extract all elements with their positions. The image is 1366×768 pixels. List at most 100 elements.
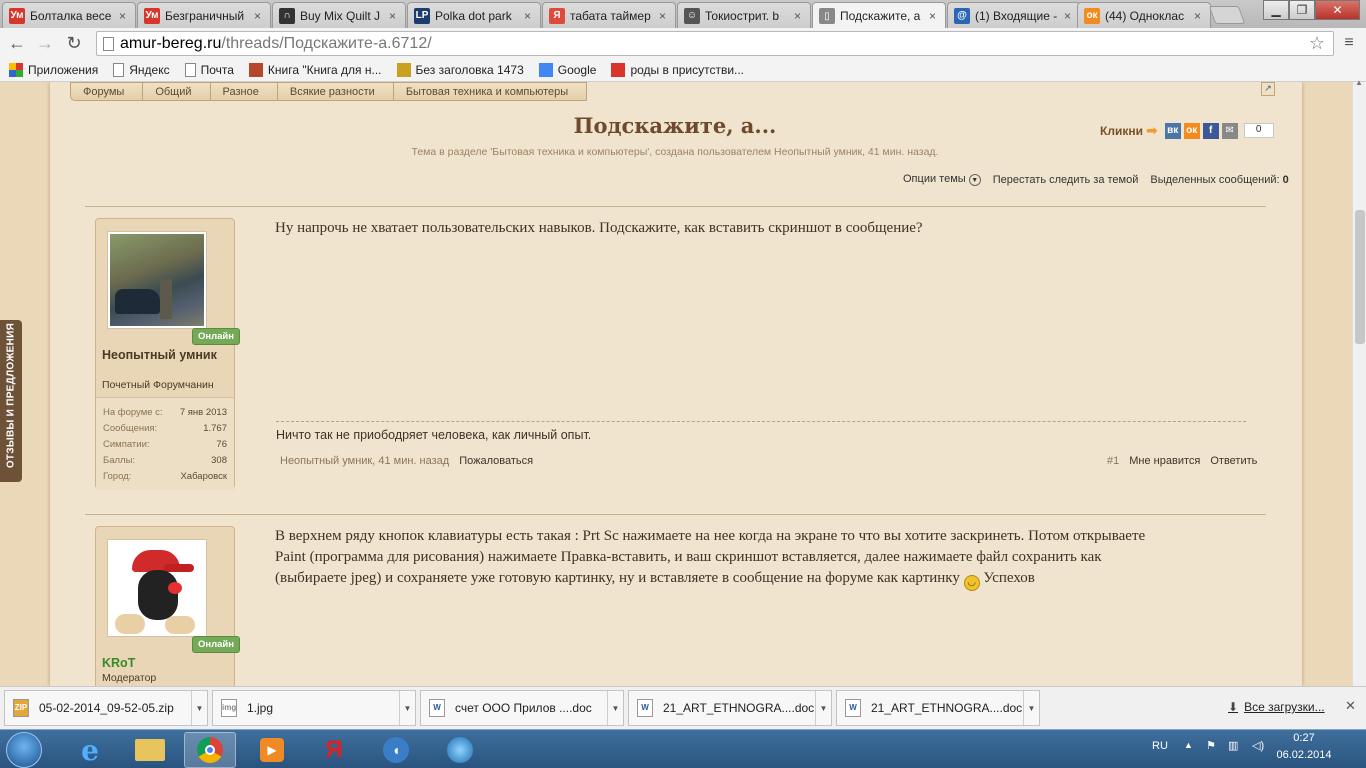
unwatch-link[interactable]: Перестать следить за темой <box>993 174 1139 186</box>
close-icon[interactable]: ✕ <box>1345 698 1356 714</box>
back-arrow-icon[interactable]: ← <box>6 32 28 54</box>
browser-tab[interactable]: ок (44) Одноклас × <box>1077 2 1211 28</box>
new-tab-button[interactable] <box>1208 6 1246 24</box>
download-item[interactable]: W 21_ART_ETHNOGRA....doc ▼ <box>836 690 1040 726</box>
network-globe-icon[interactable] <box>434 732 486 768</box>
facebook-icon[interactable]: f <box>1202 122 1219 139</box>
post-text-part: Успехов <box>983 570 1035 586</box>
browser-tab[interactable]: ▯ Подскажите, а × <box>812 2 946 29</box>
close-tab-icon[interactable]: × <box>524 9 534 23</box>
favicon-icon: @ <box>954 7 970 24</box>
all-downloads-link[interactable]: ⬇ Все загрузки... <box>1228 700 1325 714</box>
stat-value[interactable]: 308 <box>211 455 227 466</box>
breadcrumb-item[interactable]: Общий <box>143 82 211 101</box>
breadcrumb-item[interactable]: Разное <box>210 82 278 101</box>
bookmark-item[interactable]: Яндекс <box>113 62 170 77</box>
media-player-icon[interactable]: ▶ <box>246 732 298 768</box>
sound-icon[interactable]: ◖ <box>370 732 422 768</box>
breadcrumb-item[interactable]: Бытовая техника и компьютеры <box>393 82 588 101</box>
scroll-up-icon[interactable]: ▲ <box>1355 78 1363 87</box>
stat-value[interactable]: 1.767 <box>203 423 227 434</box>
tab-title: Болталка весе <box>30 8 112 23</box>
breadcrumb-item[interactable]: Форумы <box>70 82 144 101</box>
menu-icon[interactable]: ≡ <box>1338 32 1360 54</box>
close-tab-icon[interactable]: × <box>119 9 129 23</box>
reply-link[interactable]: Ответить <box>1210 455 1257 467</box>
browser-tab[interactable]: ☺ Токиострит. b × <box>677 2 811 28</box>
explorer-folder-icon[interactable] <box>124 732 176 768</box>
close-tab-icon[interactable]: × <box>1064 9 1074 23</box>
user-stats: На форуме с: 7 янв 2013 Сообщения: 1.767 С… <box>96 397 234 490</box>
dropdown-arrow-icon[interactable]: ▼ <box>607 691 623 725</box>
breadcrumb-item[interactable]: Всякие разности <box>277 82 394 101</box>
download-item[interactable]: img 1.jpg ▼ <box>212 690 416 726</box>
dropdown-arrow-icon[interactable]: ▼ <box>191 691 207 725</box>
reload-icon[interactable]: ↻ <box>63 32 85 54</box>
tray-flag-icon[interactable]: ⚑ <box>1206 739 1216 752</box>
dropdown-arrow-icon[interactable]: ▼ <box>399 691 415 725</box>
address-bar[interactable]: amur-bereg.ru/threads/Подскажите-а.6712/… <box>96 31 1334 56</box>
bookmark-item[interactable]: Приложения <box>9 62 98 77</box>
vk-icon[interactable]: вк <box>1164 122 1181 139</box>
user-panel: Онлайн Неопытный умник Почетный Форумчан… <box>95 218 240 490</box>
avatar[interactable] <box>107 231 207 329</box>
file-icon: ZIP <box>13 699 29 717</box>
yandex-icon[interactable]: Я <box>308 732 360 768</box>
username[interactable]: Неопытный умник <box>102 347 222 363</box>
tray-arrow-icon[interactable]: ▲ <box>1184 740 1193 750</box>
stat-value: Хабаровск <box>180 470 227 482</box>
signature: Ничто так не приободряет человека, как л… <box>276 428 592 442</box>
maximize-button[interactable]: ❐ <box>1289 0 1315 20</box>
minimize-button[interactable]: ▁ <box>1263 0 1289 20</box>
favicon-icon: ▯ <box>819 8 835 24</box>
thread-options-link[interactable]: Опции темы ▼ <box>903 173 981 186</box>
bookmark-item[interactable]: Почта <box>184 62 234 77</box>
browser-tab[interactable]: Ум Болталка весе × <box>2 2 136 28</box>
download-item[interactable]: ZIP 05-02-2014_09-52-05.zip ▼ <box>4 690 208 726</box>
browser-tab[interactable]: @ (1) Входящие - × <box>947 2 1081 28</box>
avatar[interactable] <box>107 539 207 637</box>
close-window-button[interactable]: ✕ <box>1315 0 1360 20</box>
browser-tab[interactable]: Ятабата таймер × <box>542 2 676 28</box>
bookmark-item[interactable]: Google <box>538 62 596 77</box>
dropdown-arrow-icon[interactable]: ▼ <box>1023 691 1039 725</box>
close-tab-icon[interactable]: × <box>1194 9 1204 23</box>
feedback-tab[interactable]: ОТЗЫВЫ И ПРЕДЛОЖЕНИЯ <box>0 320 22 482</box>
odnoklassniki-icon[interactable]: ок <box>1183 122 1200 139</box>
report-link[interactable]: Пожаловаться <box>459 455 533 467</box>
close-tab-icon[interactable]: × <box>794 9 804 23</box>
dropdown-arrow-icon[interactable]: ▼ <box>815 691 831 725</box>
tray-network-icon[interactable]: ▥ <box>1228 739 1238 752</box>
close-tab-icon[interactable]: × <box>389 9 399 23</box>
username[interactable]: KRoT <box>102 655 222 671</box>
internet-explorer-icon[interactable]: e <box>64 732 116 768</box>
scrollbar[interactable]: ▲ <box>1352 78 1366 686</box>
download-item[interactable]: Wсчет ООО Прилов ....doc ▼ <box>420 690 624 726</box>
bookmark-item[interactable]: Книга "Книга для н... <box>248 62 382 77</box>
like-link[interactable]: Мне нравится <box>1129 455 1200 467</box>
chrome-icon[interactable] <box>184 732 236 768</box>
post-number[interactable]: #1 <box>1107 455 1119 467</box>
bookmark-item[interactable]: Без заголовка 1473 <box>396 62 524 77</box>
star-bookmark-icon[interactable]: ☆ <box>1309 33 1325 54</box>
close-tab-icon[interactable]: × <box>659 9 669 23</box>
forward-arrow-icon[interactable]: → <box>34 32 56 54</box>
bookmark-item[interactable]: роды в присутстви... <box>611 62 744 77</box>
mail-icon[interactable]: ✉ <box>1221 122 1238 139</box>
clock-time[interactable]: 0:27 <box>1274 732 1334 744</box>
tray-volume-icon[interactable]: ◁) <box>1252 739 1264 752</box>
smile-icon: ◡ <box>963 575 980 591</box>
browser-tab[interactable]: ∩ Buy Mix Quilt J × <box>272 2 406 28</box>
expand-icon[interactable]: ↗ <box>1261 82 1275 96</box>
language-indicator[interactable]: RU <box>1152 740 1168 752</box>
close-tab-icon[interactable]: × <box>929 9 939 23</box>
download-item[interactable]: W 21_ART_ETHNOGRA....doc ▼ <box>628 690 832 726</box>
browser-tab[interactable]: LP Polka dot park × <box>407 2 541 28</box>
post-author-time[interactable]: Неопытный умник, 41 мин. назад <box>280 455 449 467</box>
close-tab-icon[interactable]: × <box>254 9 264 23</box>
clock-date[interactable]: 06.02.2014 <box>1274 749 1334 761</box>
start-button[interactable] <box>6 732 42 768</box>
selected-count: 0 <box>1282 173 1289 186</box>
scrollbar-thumb[interactable] <box>1355 210 1365 344</box>
browser-tab[interactable]: Ум Безграничный × <box>137 2 271 28</box>
